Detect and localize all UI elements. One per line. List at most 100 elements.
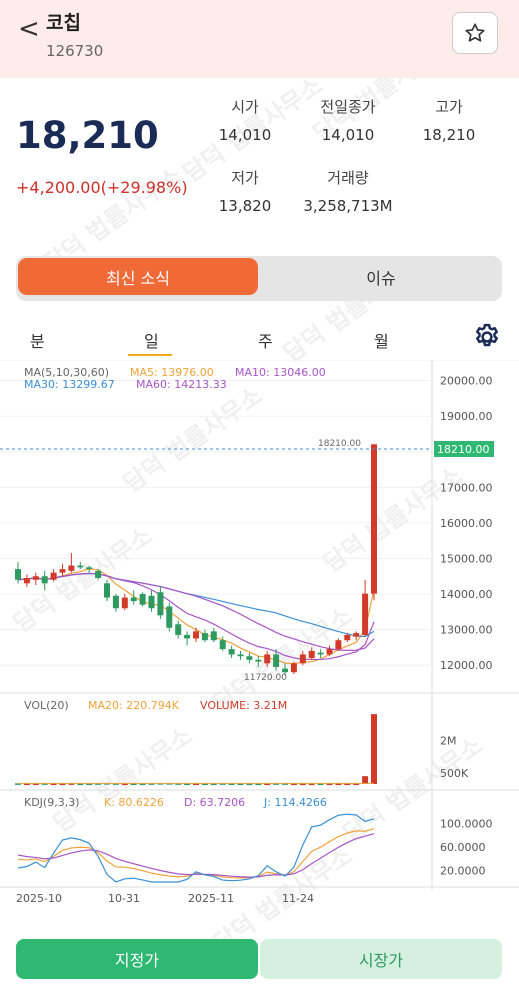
vol-value-label: VOLUME: 3.21M [200,699,287,712]
market-order-button[interactable]: 시장가 [260,939,502,979]
volume-tick: 500K [440,767,469,780]
candle-body [148,595,155,609]
volume-bar [371,714,377,784]
volume-bar [362,776,369,784]
chart-settings-button[interactable] [472,322,502,356]
candle-body [121,597,128,609]
price-tick: 15000.00 [440,552,493,565]
kdj-tick: 60.0000 [440,841,486,854]
stock-code: 126730 [46,42,104,60]
min-price-marker: 11720.00 [244,673,287,683]
volume-tick: 2M [440,734,457,747]
price-tick: 19000.00 [440,410,493,423]
period-month[interactable]: 월 [374,328,389,352]
favorite-button[interactable] [452,12,498,54]
date-tick: 11-24 [282,892,314,905]
header-bar: < 코칩 126730 [0,0,519,78]
news-issue-tabs: 최신 소식 이슈 [16,256,502,301]
stat-high-value: 18,210 [422,126,476,144]
back-icon[interactable]: < [18,14,40,44]
candle-body [299,654,306,664]
candle-body [371,444,377,594]
kdj-d-label: D: 63.7206 [184,796,245,809]
price-tick: 12000.00 [440,659,493,672]
period-minute[interactable]: 분 [30,328,45,352]
ma60-label: MA60: 14213.33 [136,378,227,391]
candle-body [326,649,333,655]
price-tick: 13000.00 [440,624,493,637]
candle-body [228,649,235,655]
candle-body [157,592,164,616]
price-tick: 20000.00 [440,375,493,388]
price-change: +4,200.00(+29.98%) [16,178,188,197]
kdj-j-label: J: 114.4266 [263,796,327,809]
star-icon [465,23,485,42]
axis-ticks: 20000.0019000.0018000.0017000.0016000.00… [16,375,493,905]
candle-body [77,565,84,568]
candle-body [139,594,146,605]
ma30-line [17,572,375,638]
candle-body [130,597,137,602]
candle-body [193,631,199,639]
stock-name: 코칩 [46,12,81,34]
volume-bars [15,714,377,786]
stat-low-label: 저가 [231,169,259,187]
price-tick: 14000.00 [440,588,493,601]
vol-ma-label: MA20: 220.794K [88,699,180,712]
candle-body [290,663,297,673]
candle-body [104,583,110,598]
gear-icon [476,323,498,347]
candles [15,444,377,676]
tab-latest-news[interactable]: 최신 소식 [18,258,258,295]
candle-body [237,654,244,657]
candle-body [112,595,119,609]
stat-prevclose-label: 전일종가 [320,98,376,116]
date-tick: 2025-10 [16,892,62,905]
candle-body [184,634,191,639]
last-price-tag-text: 18210.00 [437,443,490,456]
date-tick: 2025-11 [188,892,234,905]
candle-body [219,640,226,650]
candle-body [308,650,315,658]
kdj-d-line [17,833,375,878]
candle-body [68,565,75,571]
candle-body [264,654,271,664]
candle-body [317,652,324,655]
candle-body [362,593,369,635]
stat-volume-value: 3,258,713M [303,197,393,215]
price-tick: 17000.00 [440,481,493,494]
current-price: 18,210 [16,114,159,157]
kdj-tick: 100.0000 [440,818,493,831]
kdj-header: KDJ(9,3,3) [24,796,80,809]
candle-body [15,569,21,580]
kdj-lines [17,813,375,883]
candle-body [344,634,351,641]
limit-order-button[interactable]: 지정가 [16,939,258,979]
candle-body [166,606,173,628]
candle-body [255,659,262,662]
period-day[interactable]: 일 [144,328,159,352]
candle-body [210,631,217,641]
candle-body [282,668,288,673]
ma30-label: MA30: 13299.67 [24,378,115,391]
candle-body [59,569,66,573]
kdj-k-label: K: 80.6226 [104,796,164,809]
ma10-label: MA10: 13046.00 [235,366,326,379]
candle-body [95,570,102,578]
date-tick: 10-31 [108,892,140,905]
candle-body [353,633,360,637]
candle-body [86,567,93,570]
vol-header: VOL(20) [24,699,69,712]
candle-body [23,578,30,584]
candle-body [50,572,57,580]
candlestick-chart[interactable]: 20000.0019000.0018000.0017000.0016000.00… [0,360,519,908]
candle-body [201,633,208,641]
candle-body [335,640,342,650]
stat-volume-label: 거래량 [327,169,369,187]
tab-issues[interactable]: 이슈 [262,258,500,295]
period-week[interactable]: 주 [258,328,273,352]
candle-body [175,624,182,635]
stat-high-label: 고가 [435,98,463,116]
candle-body [41,576,48,584]
stat-open-label: 시가 [231,98,259,116]
